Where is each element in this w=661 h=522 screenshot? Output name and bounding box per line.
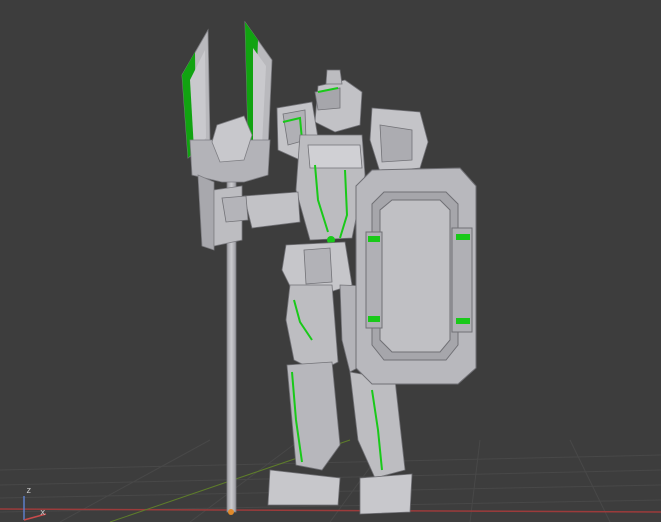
robot-right-shoulder[interactable] bbox=[369, 107, 429, 173]
robot-head[interactable] bbox=[314, 69, 363, 133]
robot-left-leg[interactable] bbox=[267, 284, 341, 506]
shield-clip-right bbox=[451, 227, 473, 333]
robot-hip[interactable] bbox=[281, 241, 353, 293]
axis-z-label: z bbox=[26, 486, 32, 496]
robot-torso[interactable] bbox=[295, 134, 366, 244]
3d-viewport[interactable]: z x bbox=[0, 0, 661, 522]
axis-x-label: x bbox=[40, 508, 46, 518]
shield[interactable] bbox=[355, 167, 477, 385]
polearm-weapon[interactable] bbox=[181, 20, 273, 515]
scene-canvas[interactable] bbox=[0, 0, 661, 522]
shield-clip-left bbox=[365, 231, 383, 329]
origin-point-icon bbox=[228, 509, 234, 515]
